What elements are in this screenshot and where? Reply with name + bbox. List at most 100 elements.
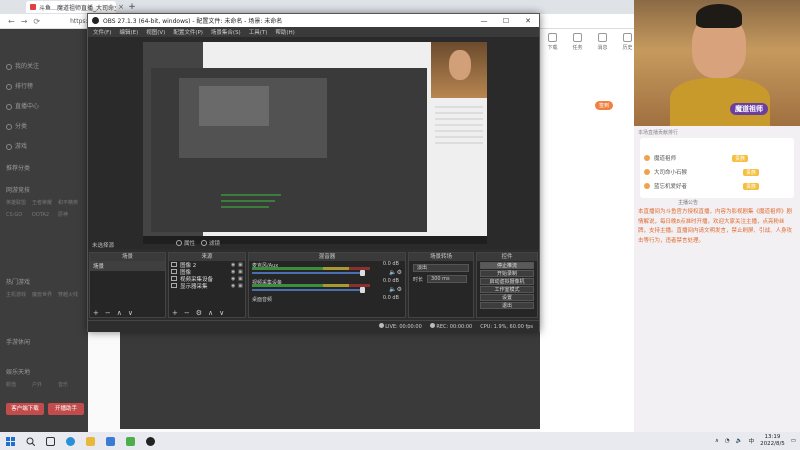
move-down-icon[interactable]: ∨ bbox=[128, 309, 133, 317]
move-up-icon[interactable]: ∧ bbox=[208, 309, 213, 317]
volume-meter bbox=[252, 284, 370, 287]
virtual-camera-button[interactable]: 启动虚拟摄像机 bbox=[480, 278, 534, 285]
sidebar-item-rank[interactable]: 排行榜 bbox=[6, 81, 33, 90]
browser-tab[interactable]: 斗鱼…魔道祖师直播_大司命主播_… bbox=[26, 1, 116, 13]
menu-help[interactable]: 帮助(H) bbox=[275, 28, 294, 36]
remove-icon[interactable]: − bbox=[105, 309, 111, 317]
start-button[interactable] bbox=[0, 432, 20, 450]
message-icon[interactable]: 消息 bbox=[597, 33, 608, 51]
new-tab-button[interactable]: + bbox=[126, 2, 138, 12]
properties-button[interactable]: 属性 bbox=[176, 239, 195, 247]
notification-icon[interactable]: ▭ bbox=[791, 438, 796, 444]
sidebar-item-live[interactable]: 直播中心 bbox=[6, 101, 39, 110]
category-item[interactable]: 王者荣耀 bbox=[32, 197, 58, 209]
category-item[interactable]: 户外 bbox=[32, 379, 58, 391]
status-badge: 贵族 bbox=[743, 182, 760, 190]
speaker-icon[interactable]: 🔈⚙ bbox=[389, 286, 402, 293]
list-item[interactable]: 大司命小石猴 贵族 bbox=[644, 168, 760, 176]
category-item[interactable]: 英雄联盟 bbox=[6, 197, 32, 209]
move-up-icon[interactable]: ∧ bbox=[117, 309, 122, 317]
category-item[interactable]: DOTA2 bbox=[32, 209, 58, 221]
sidebar-item-category[interactable]: 分类 bbox=[6, 121, 27, 130]
channel-db: 0.0 dB bbox=[382, 278, 399, 284]
studio-mode-button[interactable]: 工作室模式 bbox=[480, 286, 534, 293]
obs-preview-area[interactable] bbox=[88, 37, 539, 249]
close-button[interactable]: ✕ bbox=[517, 17, 539, 25]
task-icon[interactable]: 任务 bbox=[572, 33, 583, 51]
avatar bbox=[644, 183, 650, 189]
category-item[interactable]: 主机游戏 bbox=[6, 289, 32, 301]
settings-button[interactable]: 设置 bbox=[480, 294, 534, 301]
history-icon[interactable]: 历史 bbox=[622, 33, 633, 51]
search-icon[interactable] bbox=[20, 432, 40, 450]
transition-select[interactable]: 淡出 bbox=[413, 264, 469, 272]
window-controls: — ☐ ✕ bbox=[473, 17, 539, 25]
category-item[interactable]: 穿越火线 bbox=[58, 289, 84, 301]
network-icon[interactable]: ◔ bbox=[725, 438, 730, 444]
speaker-icon[interactable]: 🔈⚙ bbox=[389, 269, 402, 276]
menu-scene-collection[interactable]: 场景集合(S) bbox=[211, 28, 241, 36]
back-icon[interactable]: ← bbox=[8, 17, 15, 26]
broadcast-helper-button[interactable]: 开播助手 bbox=[48, 403, 84, 415]
sidebar-item-follow[interactable]: 我的关注 bbox=[6, 61, 39, 70]
scene-item[interactable]: 场景 bbox=[90, 261, 165, 271]
store-icon[interactable] bbox=[100, 432, 120, 450]
download-icon[interactable]: 下载 bbox=[547, 33, 558, 51]
edge-icon[interactable] bbox=[60, 432, 80, 450]
menu-file[interactable]: 文件(F) bbox=[93, 28, 111, 36]
channel-db: 0.0 dB bbox=[382, 261, 399, 267]
forward-icon[interactable]: → bbox=[21, 17, 28, 26]
exit-button[interactable]: 退出 bbox=[480, 302, 534, 309]
task-view-icon[interactable] bbox=[40, 432, 60, 450]
app-icon[interactable] bbox=[120, 432, 140, 450]
menu-edit[interactable]: 编辑(E) bbox=[119, 28, 138, 36]
minimize-button[interactable]: — bbox=[473, 17, 495, 25]
volume-icon[interactable]: 🔈 bbox=[736, 438, 743, 444]
checkin-badge[interactable]: 签到 bbox=[595, 101, 614, 110]
move-down-icon[interactable]: ∨ bbox=[219, 309, 224, 317]
category-item[interactable]: 魔兽世界 bbox=[32, 289, 58, 301]
eye-icon: ◉ bbox=[231, 268, 236, 275]
list-item[interactable]: 蓝忘机爱好者 贵族 bbox=[644, 182, 760, 190]
source-item[interactable]: 显示器采集 ◉ ▣ bbox=[169, 282, 245, 290]
nested-preview bbox=[179, 78, 327, 158]
language-indicator[interactable]: 中 bbox=[749, 437, 755, 445]
download-client-button[interactable]: 客户端下载 bbox=[6, 403, 44, 415]
obs-menubar: 文件(F) 编辑(E) 视图(V) 配置文件(P) 场景集合(S) 工具(T) … bbox=[88, 27, 539, 37]
volume-slider[interactable] bbox=[252, 287, 365, 293]
category-item[interactable]: CS:GO bbox=[6, 209, 32, 221]
mixer-channel: 视频采集设备 0.0 dB 🔈⚙ bbox=[249, 278, 405, 295]
file-explorer-icon[interactable] bbox=[80, 432, 100, 450]
category-item[interactable]: 颜值 bbox=[6, 379, 32, 391]
menu-view[interactable]: 视图(V) bbox=[146, 28, 165, 36]
gear-icon[interactable]: ⚙ bbox=[196, 309, 202, 317]
maximize-button[interactable]: ☐ bbox=[495, 17, 517, 25]
rec-indicator: REC: 00:00:00 bbox=[429, 323, 472, 330]
add-icon[interactable]: + bbox=[172, 309, 178, 317]
add-icon[interactable]: + bbox=[93, 309, 99, 317]
volume-slider[interactable] bbox=[252, 270, 365, 276]
close-tab-icon[interactable]: × bbox=[116, 3, 126, 11]
menu-profile[interactable]: 配置文件(P) bbox=[173, 28, 203, 36]
category-item[interactable]: 音乐 bbox=[58, 379, 84, 391]
reload-icon[interactable]: ⟳ bbox=[33, 17, 40, 26]
stop-streaming-button[interactable]: 停止推流 bbox=[480, 262, 534, 269]
obs-title-text: OBS 27.1.3 (64-bit, windows) - 配置文件: 未命名… bbox=[103, 18, 283, 25]
tray-up-icon[interactable]: ∧ bbox=[715, 438, 719, 444]
category-item[interactable]: 和平精英 bbox=[58, 197, 84, 209]
duration-input[interactable]: 300 ms bbox=[427, 275, 468, 283]
menu-tools[interactable]: 工具(T) bbox=[249, 28, 268, 36]
remove-icon[interactable]: − bbox=[184, 309, 190, 317]
list-item[interactable]: 魔道祖师 贵族 bbox=[644, 154, 749, 162]
start-recording-button[interactable]: 开始录制 bbox=[480, 270, 534, 277]
category-item[interactable]: 原神 bbox=[58, 209, 84, 221]
obs-logo-icon bbox=[92, 17, 99, 24]
grid-icon bbox=[6, 123, 12, 130]
live-dot-icon bbox=[378, 323, 384, 328]
section-header: 娱乐天地 bbox=[6, 369, 31, 376]
filters-button[interactable]: 滤镜 bbox=[201, 239, 220, 247]
sidebar-item-games[interactable]: 游戏 bbox=[6, 141, 27, 150]
clock[interactable]: 13:19 2022/8/5 bbox=[760, 434, 785, 448]
obs-icon[interactable] bbox=[140, 432, 160, 450]
monitor-icon bbox=[171, 283, 177, 288]
